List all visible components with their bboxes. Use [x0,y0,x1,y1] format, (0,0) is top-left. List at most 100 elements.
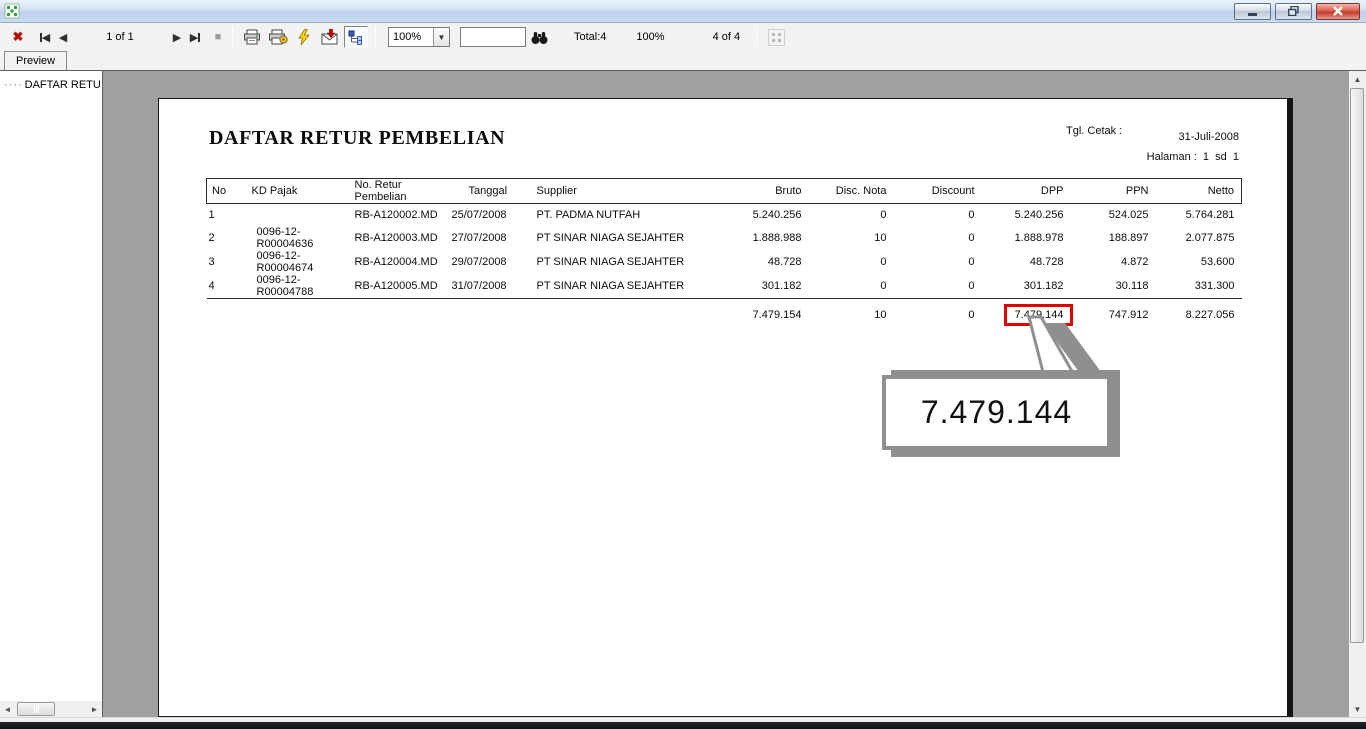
cell-bruto: 301.182 [697,274,802,299]
total-bruto: 7.479.154 [697,298,802,326]
cell-netto: 53.600 [1149,250,1242,274]
cell-kd-pajak: 0096-12-R00004788 [252,274,355,299]
last-page-button[interactable]: ▶ [186,26,204,48]
cell-ppn: 4.872 [1064,250,1149,274]
report-page-content: DAFTAR RETUR PEMBELIAN Tgl. Cetak : 31-J… [159,99,1287,716]
cell-dpp: 301.182 [975,274,1064,299]
cell-bruto: 48.728 [697,250,802,274]
status-zoom: 100% [636,31,664,43]
scroll-up-button[interactable]: ▲ [1349,71,1366,87]
scroll-down-button[interactable]: ▼ [1349,701,1366,717]
title-bar [0,0,1366,23]
cell-kd-pajak: 0096-12-R00004674 [252,250,355,274]
cell-kd-pajak: 0096-12-R00004636 [252,226,355,250]
search-input[interactable] [460,27,526,47]
disabled-tool-button [764,26,788,48]
vertical-scrollbar[interactable]: ▲ ▼ [1349,71,1366,717]
disabled-dots-icon [768,29,785,46]
thumb-grip [34,706,35,713]
cell-dpp: 5.240.256 [975,204,1064,226]
cell-supplier: PT. PADMA NUTFAH [537,204,697,226]
export-button[interactable] [318,26,342,48]
col-header-no-retur: No. Retur Pembelian [355,179,452,204]
cell-empty [207,298,252,326]
col-header-kd-pajak: KD Pajak [252,179,355,204]
tab-preview[interactable]: Preview [4,51,67,70]
cell-tanggal: 27/07/2008 [452,226,537,250]
close-button[interactable] [1316,3,1360,20]
col-header-bruto: Bruto [697,179,802,204]
tree-item-label: DAFTAR RETU [25,79,101,91]
report-title: DAFTAR RETUR PEMBELIAN [209,127,505,150]
status-total: Total:4 [574,31,606,43]
prev-page-icon: ◀ [59,31,67,44]
toggle-group-tree-button[interactable] [344,26,368,48]
callout-balloon: 7.479.144 [882,375,1111,450]
cell-empty [355,298,452,326]
cell-tanggal: 25/07/2008 [452,204,537,226]
cell-no-retur: RB-A120003.MD [355,226,452,250]
cell-disc-nota: 0 [802,250,887,274]
print-setup-button[interactable] [266,26,290,48]
cell-discount: 0 [887,250,975,274]
zoom-combo-value: 100% [389,31,433,43]
cell-supplier: PT SINAR NIAGA SEJAHTER [537,250,697,274]
table-row: 2 0096-12-R00004636 RB-A120003.MD 27/07/… [207,226,1242,250]
cell-empty [252,298,355,326]
col-header-discount: Discount [887,179,975,204]
cell-no: 1 [207,204,252,226]
scroll-left-icon: ◄ [4,705,12,714]
tab-strip: Preview [0,51,1366,70]
printer-icon [243,29,261,45]
toolbar-separator [756,27,757,47]
refresh-button[interactable] [292,26,316,48]
sidebar-horizontal-scrollbar[interactable]: ◄ ► [0,701,102,717]
export-envelope-icon [321,29,339,45]
print-date-value: 31-Juli-2008 [1109,131,1239,143]
group-tree-panel: ····DAFTAR RETU ◄ ► [0,71,103,717]
minimize-icon [1248,7,1258,16]
col-header-ppn: PPN [1064,179,1149,204]
scroll-right-button[interactable]: ► [87,701,102,717]
close-preview-button[interactable]: ✖ [10,26,26,48]
lightning-icon [297,29,311,45]
scroll-left-button[interactable]: ◄ [0,701,15,717]
binoculars-icon [531,30,548,45]
cell-empty [537,298,697,326]
last-page-icon: ▶ [190,31,198,44]
zoom-combo[interactable]: 100% ▼ [388,27,450,47]
status-page-position: 4 of 4 [713,31,741,43]
col-header-no: No [207,179,252,204]
report-preview-window: ✖ ◀ ◀ 1 of 1 ▶ ▶ ■ [0,0,1366,729]
next-page-button[interactable]: ▶ [168,26,186,48]
col-header-supplier: Supplier [537,179,697,204]
cell-dpp: 48.728 [975,250,1064,274]
print-button[interactable] [240,26,264,48]
find-button[interactable] [527,26,551,48]
tree-item-daftar-retur[interactable]: ····DAFTAR RETU [0,71,102,91]
table-header-row: No KD Pajak No. Retur Pembelian Tanggal … [207,179,1242,204]
cell-no: 2 [207,226,252,250]
first-page-button[interactable]: ◀ [36,26,54,48]
scrollbar-thumb[interactable] [17,702,55,716]
cell-discount: 0 [887,204,975,226]
table-row: 4 0096-12-R00004788 RB-A120005.MD 31/07/… [207,274,1242,299]
zoom-combo-drop-button[interactable]: ▼ [433,28,449,46]
stop-icon: ■ [215,31,222,43]
cell-disc-nota: 0 [802,204,887,226]
restore-button[interactable] [1275,3,1312,20]
group-tree-icon [348,30,364,45]
minimize-button[interactable] [1234,3,1271,20]
cell-tanggal: 31/07/2008 [452,274,537,299]
scrollbar-track[interactable] [15,701,87,717]
cell-netto: 2.077.875 [1149,226,1242,250]
scrollbar-thumb[interactable] [1350,88,1364,643]
content-area: ····DAFTAR RETU ◄ ► DAFTAR RETUR PEMBELI… [0,70,1366,717]
cell-supplier: PT SINAR NIAGA SEJAHTER [537,274,697,299]
col-header-tanggal: Tanggal [452,179,537,204]
prev-page-button[interactable]: ◀ [54,26,72,48]
cell-bruto: 5.240.256 [697,204,802,226]
cell-supplier: PT SINAR NIAGA SEJAHTER [537,226,697,250]
restore-icon [1288,6,1299,16]
stop-button[interactable]: ■ [210,26,226,48]
